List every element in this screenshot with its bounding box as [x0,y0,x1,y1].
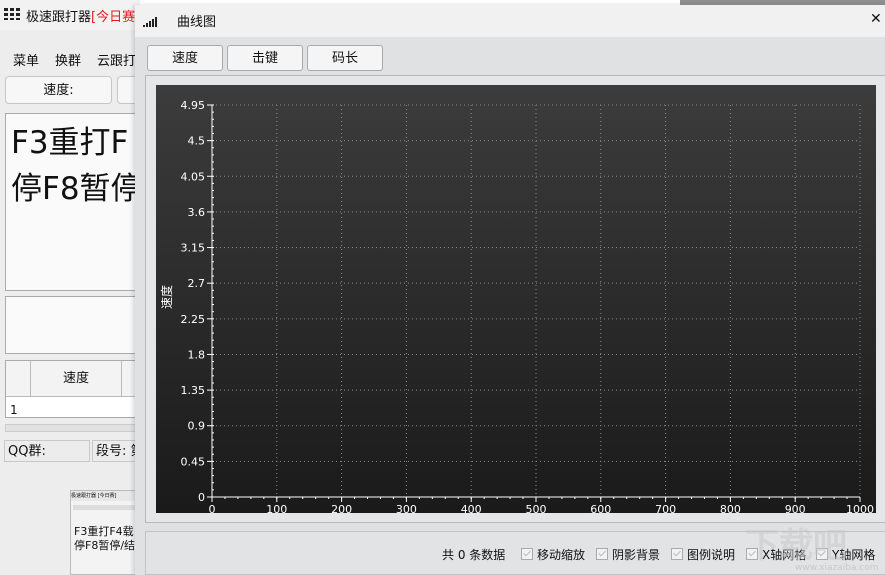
data-count-label: 共 0 条数据 [442,548,506,562]
table-header: 速度 [6,361,141,397]
y-tick-label: 1.8 [188,348,206,361]
option-shadow-background[interactable]: 阴影背景 [596,546,660,563]
status-qq-group: QQ群: [4,440,90,462]
y-tick-label: 0.9 [188,420,206,433]
article-text-display: F3重打F 停F8暂停 [5,113,140,291]
column-header-speed[interactable]: 速度 [31,361,122,396]
y-tick-label: 4.95 [181,99,206,112]
main-window-title-highlight: [今日赛 [91,10,136,25]
results-table: 速度 1 [5,360,141,418]
option-label: 阴影背景 [612,548,661,562]
main-title-bar: 极速跟打器 [今日赛 [0,0,140,30]
plot-background [156,85,876,513]
checkbox[interactable] [521,548,533,560]
speed-chart: 0 100 200 300 400 500 600 700 800 900 1000 0 0.45 0.9… [156,85,876,513]
x-tick-label: 700 [655,503,676,513]
chart-window: 曲线图 ✕ 速度 击键 码长 0 100 200 300 400 500 600 700 800… [135,5,885,575]
x-tick-label: 300 [396,503,417,513]
y-tick-label: 2.7 [188,277,206,290]
option-label: 移动缩放 [537,548,586,562]
horizontal-scrollbar[interactable] [5,424,140,432]
y-tick-label: 1.35 [181,384,206,397]
row-number: 1 [10,403,18,417]
typing-input[interactable] [5,296,140,354]
chart-window-title: 曲线图 [177,15,217,30]
tab-code-length[interactable]: 码长 [307,45,383,71]
menu-item-switch-group[interactable]: 换群 [55,50,81,69]
thumbnail-preview: 极速跟打器 [今日赛] F3重打F4载 停F8暂停/结 [70,490,140,575]
x-tick-label: 800 [720,503,741,513]
app-grid-icon [4,8,20,20]
x-tick-label: 500 [526,503,547,513]
status-segment: 段号: 第 [92,440,140,462]
menu-item-menu[interactable]: 菜单 [13,50,39,69]
option-label: 图例说明 [687,548,736,562]
x-tick-label: 100 [266,503,287,513]
main-window: 极速跟打器 [今日赛 菜单 换群 云跟打 速度: F3重打F 停F8暂停 速度 … [0,0,147,575]
checkbox[interactable] [596,548,608,560]
tab-speed[interactable]: 速度 [147,45,223,71]
site-watermark: 下载吧 www.xiazaiba.com [745,518,885,575]
y-tick-label: 3.15 [181,242,206,255]
watermark-url: www.xiazaiba.com [795,563,879,573]
x-tick-label: 600 [590,503,611,513]
y-tick-label: 2.25 [181,313,206,326]
y-axis-label: 速度 [159,285,174,309]
x-tick-label: 400 [461,503,482,513]
y-tick-label: 3.6 [188,206,206,219]
table-corner-cell [6,361,31,396]
thumbnail-title: 极速跟打器 [今日赛] [71,491,139,501]
x-tick-label: 900 [785,503,806,513]
x-tick-label: 1000 [846,503,874,513]
chart-window-title-bar: 曲线图 ✕ [135,5,885,37]
close-icon[interactable]: ✕ [870,11,882,27]
tab-keystroke[interactable]: 击键 [227,45,303,71]
watermark-text: 下载吧 [745,526,847,566]
y-tick-label: 0.45 [181,455,206,468]
y-tick-label: 4.5 [188,135,206,148]
x-tick-label: 200 [331,503,352,513]
y-tick-label: 4.05 [181,170,206,183]
checkbox[interactable] [671,548,683,560]
thumbnail-text: F3重打F4载 停F8暂停/结 [74,525,136,552]
option-move-zoom[interactable]: 移动缩放 [521,546,585,563]
y-tick-label: 0 [198,491,205,504]
thumbnail-toolbar [73,505,139,510]
signal-bars-icon [143,17,157,27]
main-window-title: 极速跟打器 [26,10,92,25]
menu-item-cloud-type[interactable]: 云跟打 [97,50,136,69]
x-tick-label: 0 [209,503,216,513]
speed-button[interactable]: 速度: [5,76,112,104]
option-legend[interactable]: 图例说明 [671,546,735,563]
